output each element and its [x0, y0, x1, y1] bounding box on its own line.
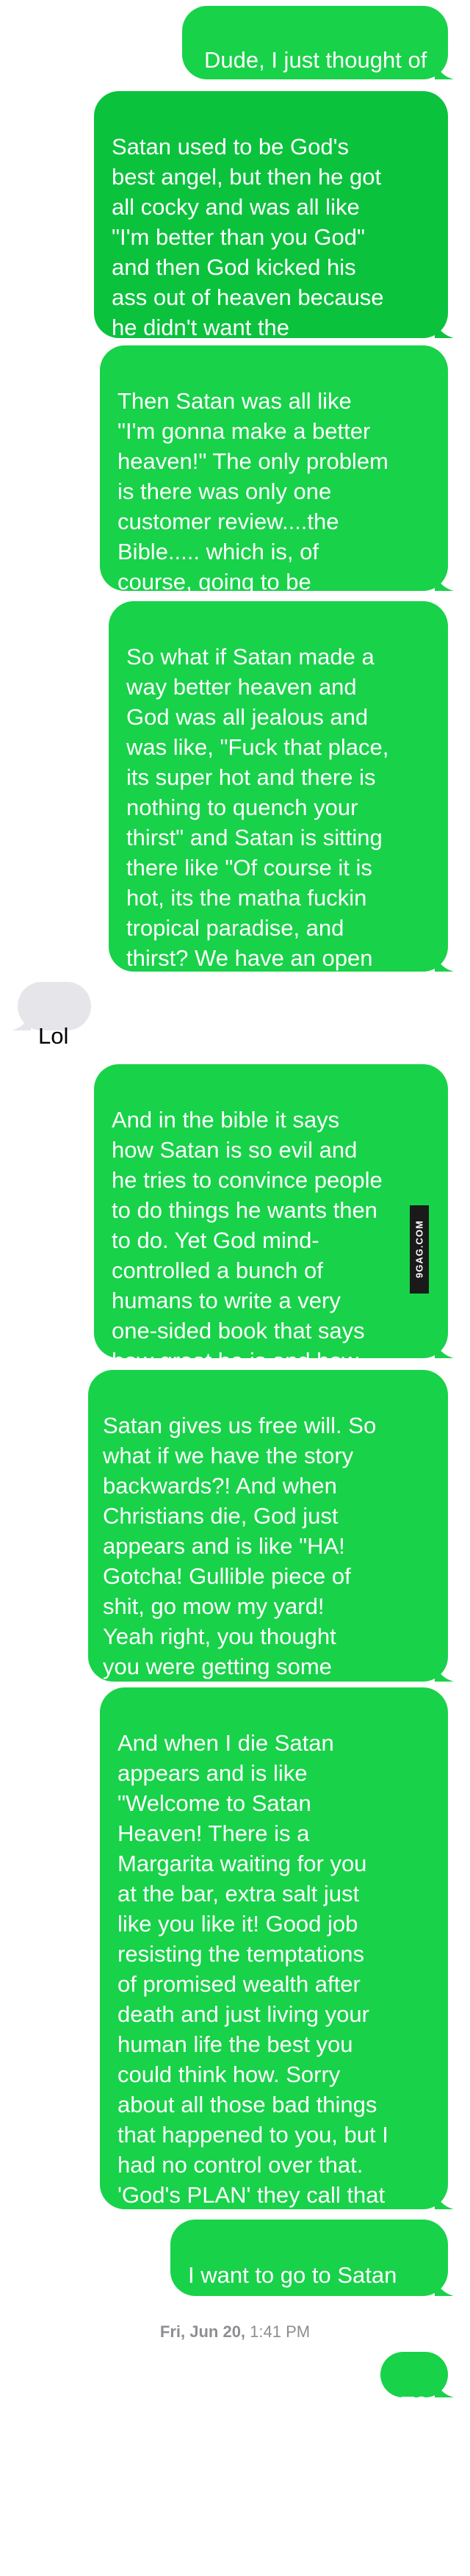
message-text: I want to go to Satan Heaven..... [188, 2262, 397, 2318]
message-timestamp: Fri, Jun 20, 1:41 PM [0, 2322, 470, 2342]
sent-message-bubble[interactable]: Dude, I just thought of something..... [182, 6, 454, 103]
timestamp-day: Fri, Jun 20, [159, 2322, 246, 2341]
message-text: So what if Satan made a way better heave… [126, 644, 389, 1031]
sent-message-bubble[interactable]: T? [380, 2352, 454, 2417]
sent-message-bubble[interactable]: And when I die Satan appears and is like… [100, 1687, 454, 2268]
message-text: T? [401, 2392, 428, 2417]
message-text: Lol [38, 1023, 69, 1049]
bubble-tail-icon [435, 2277, 454, 2296]
sent-message-bubble[interactable]: I want to go to Satan Heaven..... [170, 2220, 454, 2318]
sent-message-bubble[interactable]: And in the bible it says how Satan is so… [94, 1064, 454, 1404]
sent-message-bubble[interactable]: Satan gives us free will. So what if we … [88, 1370, 454, 1709]
message-text: Satan used to be God's best angel, but t… [112, 134, 384, 370]
bubble-tail-icon [435, 572, 454, 591]
message-text: And when I die Satan appears and is like… [118, 1730, 388, 2268]
sent-message-bubble[interactable]: Then Satan was all like "I'm gonna make … [100, 345, 454, 625]
message-text: And in the bible it says how Satan is so… [112, 1107, 383, 1404]
bubble-tail-icon [435, 2190, 454, 2209]
conversation-screen[interactable]: { "messages": [ {"type": "sent", "text":… [0, 0, 470, 2576]
bubble-tail-icon [435, 952, 454, 972]
message-text: Satan gives us free will. So what if we … [103, 1413, 377, 1709]
timestamp-time: 1:41 PM [250, 2322, 311, 2341]
bubble-tail-icon [435, 60, 454, 79]
message-text: Then Satan was all like "I'm gonna make … [118, 388, 388, 625]
bubble-tail-icon [435, 1339, 454, 1358]
sent-message-bubble[interactable]: So what if Satan made a way better heave… [109, 601, 454, 1031]
bubble-tail-icon [435, 2378, 454, 2397]
bubble-tail-icon [435, 319, 454, 338]
received-message-bubble[interactable]: Lol [12, 982, 91, 1049]
sent-message-bubble[interactable]: Satan used to be God's best angel, but t… [94, 91, 454, 370]
bubble-tail-icon [435, 1662, 454, 1682]
bubble-tail-icon [12, 1011, 31, 1030]
watermark-logo: 9GAG.COM [410, 1205, 429, 1294]
